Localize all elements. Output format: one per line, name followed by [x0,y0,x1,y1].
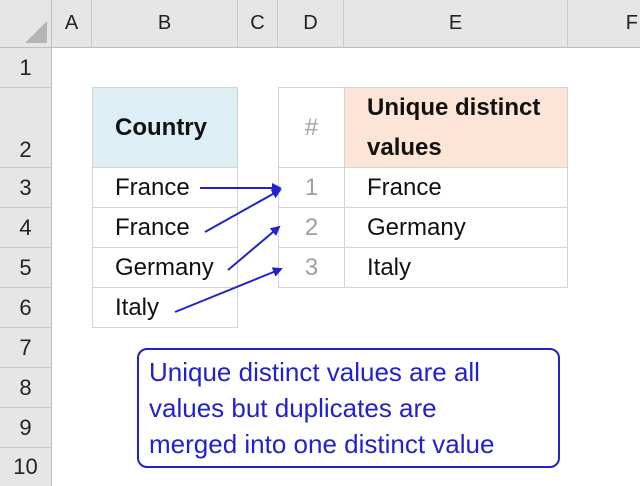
note-line-3: merged into one distinct value [149,429,495,459]
arrow-france-2 [204,189,282,233]
note-line-2: values but duplicates are [149,393,437,423]
arrow-germany [227,225,281,271]
note-line-1: Unique distinct values are all [149,357,480,387]
arrow-italy [174,267,283,313]
explanation-note[interactable]: Unique distinct values are all values bu… [137,348,560,468]
